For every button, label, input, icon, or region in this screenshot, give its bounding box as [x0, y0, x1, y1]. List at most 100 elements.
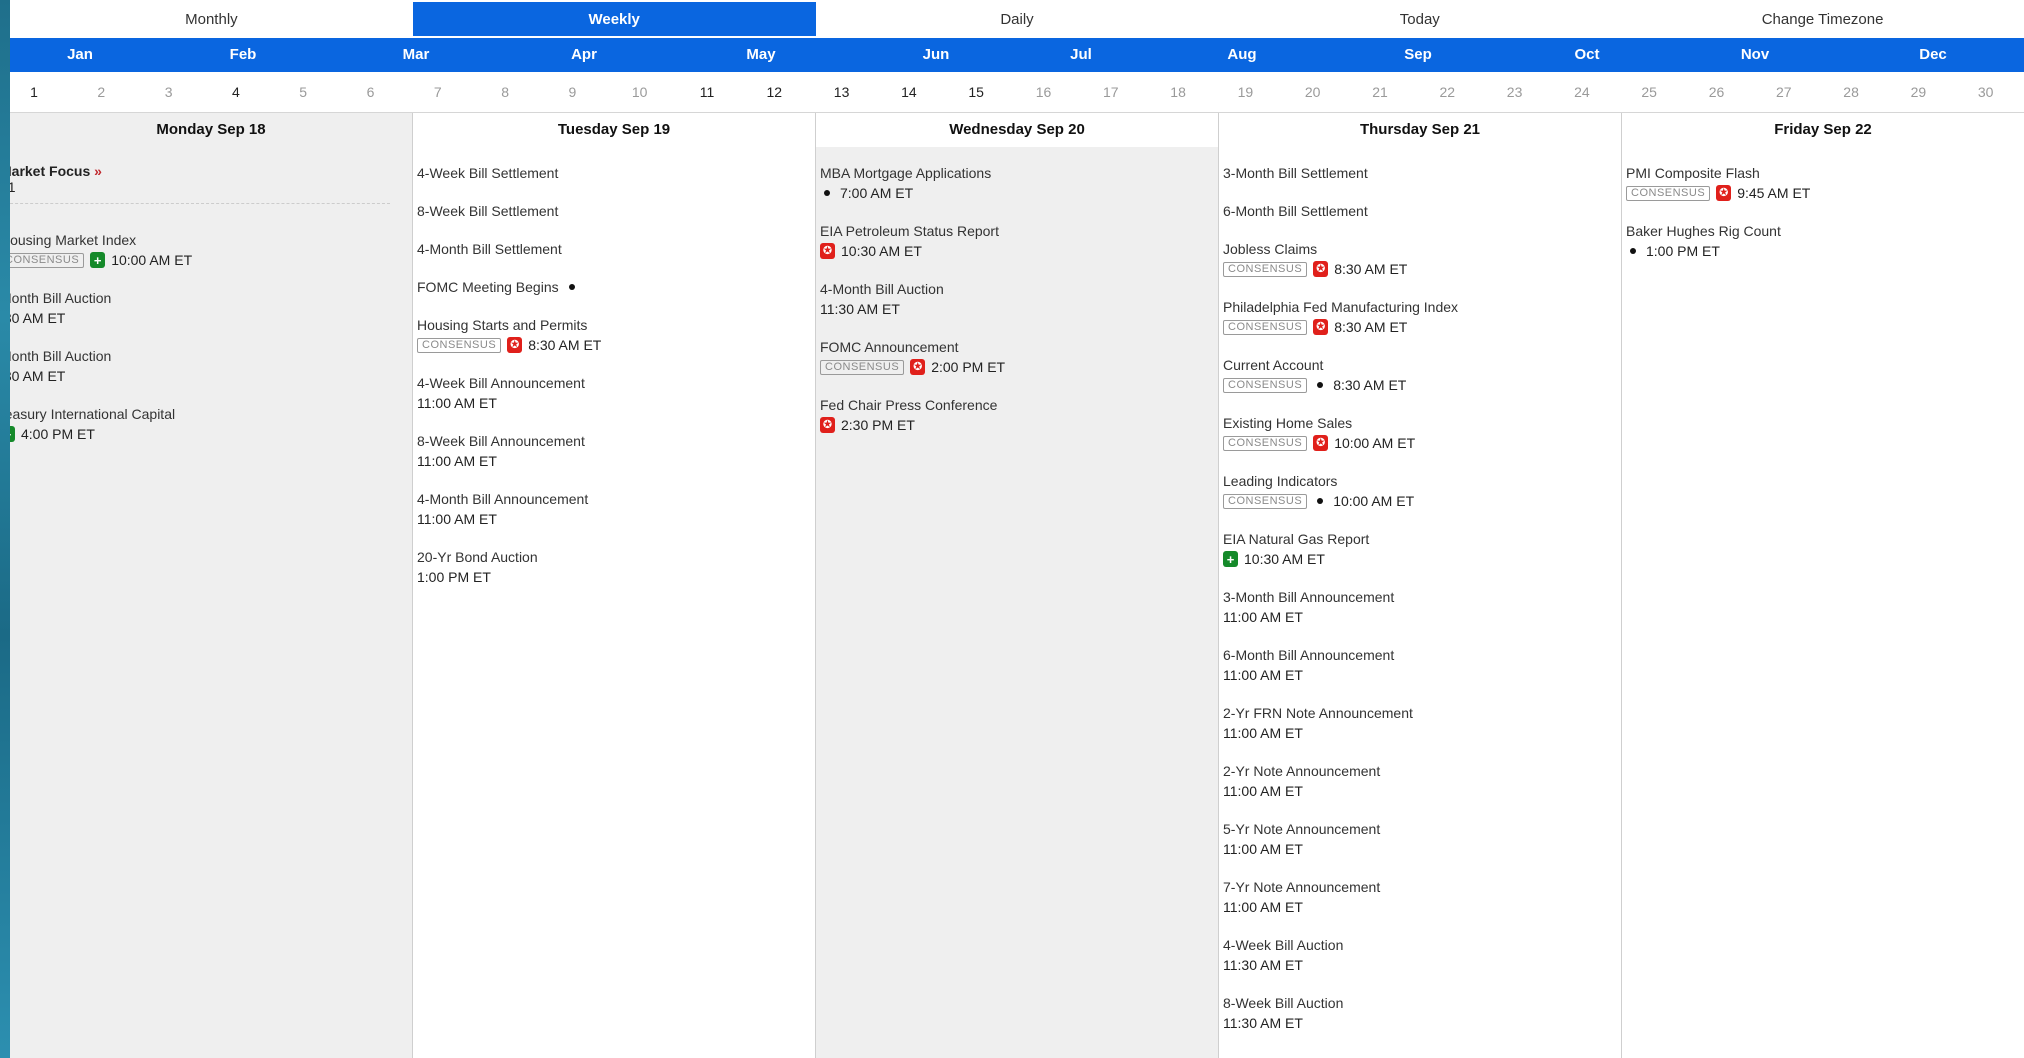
event-title-link[interactable]: Fed Chair Press Conference	[820, 395, 997, 415]
event-title-link[interactable]: Month Bill Auction	[10, 346, 111, 366]
day-number-7[interactable]: 7	[434, 84, 442, 100]
day-number-20[interactable]: 20	[1305, 84, 1321, 100]
event-title-link[interactable]: 5-Yr Note Announcement	[1223, 819, 1380, 839]
day-number-13[interactable]: 13	[834, 84, 850, 100]
day-number-28[interactable]: 28	[1843, 84, 1859, 100]
event-title-link[interactable]: Housing Starts and Permits	[417, 315, 587, 335]
event-title-link[interactable]: 4-Month Bill Auction	[820, 279, 944, 299]
event-title-link[interactable]: 4-Month Bill Announcement	[417, 489, 588, 509]
consensus-badge[interactable]: CONSENSUS	[1223, 261, 1308, 277]
change-timezone-button[interactable]: Change Timezone	[1621, 2, 2024, 36]
event-title-link[interactable]: 2-Yr FRN Note Announcement	[1223, 703, 1413, 723]
consensus-badge[interactable]: CONSENSUS	[1223, 493, 1308, 509]
event-title-link[interactable]: 6-Month Bill Announcement	[1223, 645, 1394, 665]
day-number-5[interactable]: 5	[299, 84, 307, 100]
day-number-2[interactable]: 2	[97, 84, 105, 100]
day-number-4[interactable]: 4	[232, 84, 240, 100]
day-number-26[interactable]: 26	[1709, 84, 1725, 100]
day-number-14[interactable]: 14	[901, 84, 917, 100]
day-number-16[interactable]: 16	[1036, 84, 1052, 100]
month-jun[interactable]: Jun	[923, 38, 950, 72]
month-aug[interactable]: Aug	[1227, 38, 1256, 72]
day-column-header[interactable]: Friday Sep 22	[1622, 113, 2024, 147]
event-title-row: 4-Month Bill Announcement	[417, 489, 815, 509]
month-jul[interactable]: Jul	[1070, 38, 1092, 72]
day-number-8[interactable]: 8	[501, 84, 509, 100]
event-title-link[interactable]: 3-Month Bill Settlement	[1223, 163, 1368, 183]
day-number-6[interactable]: 6	[367, 84, 375, 100]
event-title-link[interactable]: Current Account	[1223, 355, 1323, 375]
event-title-link[interactable]: Baker Hughes Rig Count	[1626, 221, 1781, 241]
event-title-link[interactable]: Month Bill Auction	[10, 288, 111, 308]
event-title-link[interactable]: 4-Week Bill Settlement	[417, 163, 558, 183]
day-number-23[interactable]: 23	[1507, 84, 1523, 100]
event-title-link[interactable]: Housing Market Index	[10, 230, 136, 250]
consensus-badge[interactable]: CONSENSUS	[1626, 185, 1711, 201]
day-number-18[interactable]: 18	[1170, 84, 1186, 100]
event-title-link[interactable]: PMI Composite Flash	[1626, 163, 1760, 183]
tab-monthly[interactable]: Monthly	[10, 2, 413, 36]
event-title-link[interactable]: Jobless Claims	[1223, 239, 1317, 259]
event-title-link[interactable]: 4-Week Bill Auction	[1223, 935, 1343, 955]
month-sep[interactable]: Sep	[1404, 38, 1432, 72]
month-dec[interactable]: Dec	[1919, 38, 1947, 72]
event-title-link[interactable]: FOMC Meeting Begins	[417, 277, 559, 297]
day-number-25[interactable]: 25	[1641, 84, 1657, 100]
consensus-badge[interactable]: CONSENSUS	[820, 359, 905, 375]
day-number-19[interactable]: 19	[1238, 84, 1254, 100]
consensus-badge[interactable]: CONSENSUS	[10, 252, 85, 268]
event-title-link[interactable]: 20-Yr Bond Auction	[417, 547, 538, 567]
event-title-link[interactable]: 6-Month Bill Settlement	[1223, 201, 1368, 221]
month-apr[interactable]: Apr	[571, 38, 597, 72]
event-title-link[interactable]: 8-Week Bill Settlement	[417, 201, 558, 221]
tab-daily[interactable]: Daily	[816, 2, 1219, 36]
event-time: 11:00 AM ET	[1223, 841, 1303, 857]
month-may[interactable]: May	[746, 38, 775, 72]
day-number-12[interactable]: 12	[767, 84, 783, 100]
day-number-30[interactable]: 30	[1978, 84, 1994, 100]
consensus-badge[interactable]: CONSENSUS	[1223, 319, 1308, 335]
event-title-link[interactable]: EIA Natural Gas Report	[1223, 529, 1369, 549]
day-number-3[interactable]: 3	[165, 84, 173, 100]
day-column-header[interactable]: Monday Sep 18	[10, 113, 412, 147]
day-number-27[interactable]: 27	[1776, 84, 1792, 100]
tab-today[interactable]: Today	[1218, 2, 1621, 36]
event-title-link[interactable]: 8-Week Bill Announcement	[417, 431, 585, 451]
event-title-link[interactable]: 8-Week Bill Auction	[1223, 993, 1343, 1013]
day-number-21[interactable]: 21	[1372, 84, 1388, 100]
event-title-link[interactable]: 4-Month Bill Settlement	[417, 239, 562, 259]
tab-weekly[interactable]: Weekly	[412, 2, 816, 36]
day-column-header[interactable]: Thursday Sep 21	[1219, 113, 1621, 147]
consensus-badge[interactable]: CONSENSUS	[1223, 435, 1308, 451]
day-column-header[interactable]: Wednesday Sep 20	[816, 113, 1218, 147]
day-number-10[interactable]: 10	[632, 84, 648, 100]
event-title-link[interactable]: 3-Month Bill Announcement	[1223, 587, 1394, 607]
consensus-badge[interactable]: CONSENSUS	[417, 337, 502, 353]
month-feb[interactable]: Feb	[230, 38, 257, 72]
day-number-9[interactable]: 9	[568, 84, 576, 100]
day-number-24[interactable]: 24	[1574, 84, 1590, 100]
month-oct[interactable]: Oct	[1574, 38, 1599, 72]
consensus-badge[interactable]: CONSENSUS	[1223, 377, 1308, 393]
day-column-header[interactable]: Tuesday Sep 19	[413, 113, 815, 147]
event-title-link[interactable]: 2-Yr Note Announcement	[1223, 761, 1380, 781]
day-number-15[interactable]: 15	[968, 84, 984, 100]
month-nov[interactable]: Nov	[1741, 38, 1769, 72]
event-title-link[interactable]: EIA Petroleum Status Report	[820, 221, 999, 241]
event-title-link[interactable]: Leading Indicators	[1223, 471, 1337, 491]
month-mar[interactable]: Mar	[403, 38, 430, 72]
event-title-link[interactable]: reasury International Capital	[10, 404, 175, 424]
event-title-link[interactable]: MBA Mortgage Applications	[820, 163, 991, 183]
month-jan[interactable]: Jan	[67, 38, 93, 72]
event-title-link[interactable]: Existing Home Sales	[1223, 413, 1352, 433]
day-number-17[interactable]: 17	[1103, 84, 1119, 100]
event-title-link[interactable]: 7-Yr Note Announcement	[1223, 877, 1380, 897]
event-title-link[interactable]: Philadelphia Fed Manufacturing Index	[1223, 297, 1458, 317]
day-number-22[interactable]: 22	[1440, 84, 1456, 100]
day-number-1[interactable]: 1	[30, 84, 38, 100]
market-focus-link[interactable]: Market Focus »	[10, 163, 412, 179]
event-title-link[interactable]: 4-Week Bill Announcement	[417, 373, 585, 393]
event-title-link[interactable]: FOMC Announcement	[820, 337, 959, 357]
day-number-11[interactable]: 11	[700, 84, 715, 100]
day-number-29[interactable]: 29	[1911, 84, 1927, 100]
